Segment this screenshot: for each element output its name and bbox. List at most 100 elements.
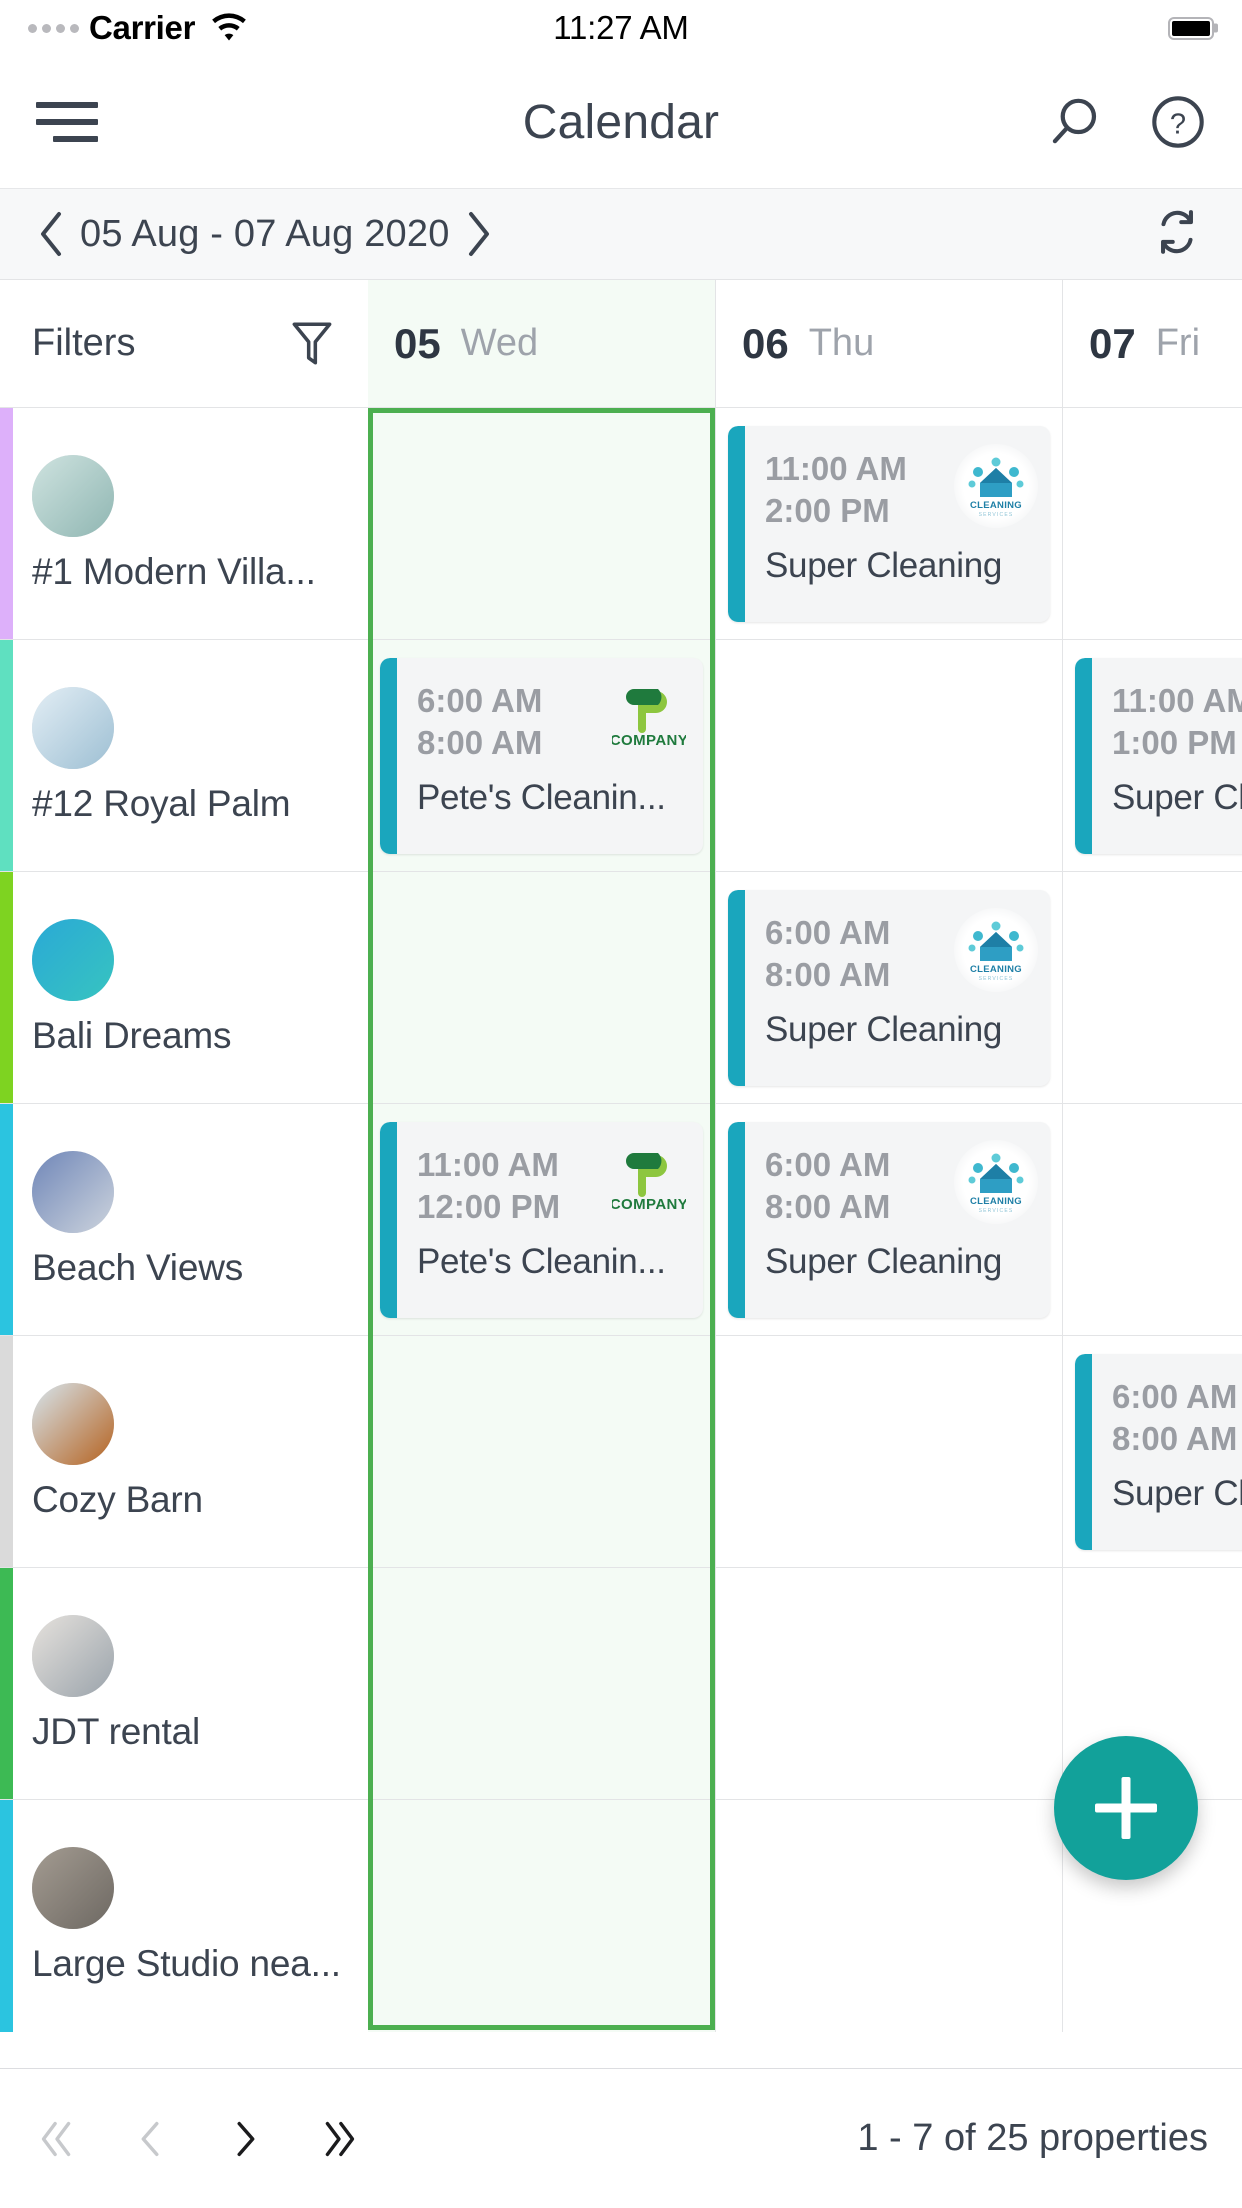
search-icon[interactable] [1046, 93, 1104, 151]
day-header-number: 07 [1089, 319, 1136, 367]
battery-full-icon [1168, 16, 1214, 40]
property-name: #1 Modern Villa... [32, 550, 316, 592]
day-header-weekday: Wed [460, 322, 539, 364]
property-cell[interactable]: Cozy Barn [0, 1336, 368, 1567]
property-cell[interactable]: #12 Royal Palm [0, 640, 368, 871]
event-time-start: 6:00 AM [1112, 1378, 1238, 1415]
property-name: JDT rental [32, 1710, 200, 1752]
day-cell[interactable] [715, 640, 1062, 871]
property-cell[interactable]: #1 Modern Villa... [0, 408, 368, 639]
svg-text:SERVICES: SERVICES [979, 1208, 1014, 1214]
date-range-label[interactable]: 05 Aug - 07 Aug 2020 [76, 213, 454, 256]
help-circle-icon[interactable]: ? [1150, 94, 1206, 150]
pagination-first-button[interactable] [34, 2109, 80, 2169]
event-card[interactable]: 6:00 AM 8:00 AM Super Cleaning CLEANING SERV… [728, 1122, 1050, 1318]
refresh-sync-icon[interactable] [1150, 205, 1212, 264]
table-row: Large Studio nea... [0, 1800, 1242, 2032]
day-cell[interactable]: 11:00 AM 2:00 PM Super Cleaning CLEANING SER… [715, 408, 1062, 639]
event-title: Super Cleaning [765, 1010, 1003, 1050]
petes-company-logo: COMPANY [607, 676, 691, 760]
event-color-bar [728, 426, 745, 622]
svg-text:CLEANING: CLEANING [970, 500, 1022, 511]
status-bar-clock: 11:27 AM [553, 9, 689, 46]
day-cell[interactable] [715, 1800, 1062, 2032]
event-title: Super Cl [1112, 1474, 1242, 1514]
day-header-06[interactable]: 06 Thu [715, 280, 1062, 407]
super-cleaning-logo: CLEANING SERVICES [954, 908, 1038, 992]
day-cell[interactable]: 11:00 AM 1:00 PM Super Cl [1062, 640, 1242, 871]
avatar [32, 1382, 114, 1465]
svg-text:COMPANY: COMPANY [612, 732, 686, 749]
super-cleaning-logo: CLEANING SERVICES [954, 1140, 1038, 1224]
pagination-bar: 1 - 7 of 25 properties [0, 2068, 1242, 2208]
event-time-end: 1:00 PM [1112, 724, 1237, 762]
app-bar: Calendar ? [0, 56, 1242, 188]
event-card[interactable]: 6:00 AM 8:00 AM Pete's Cleanin... COMPANY [380, 658, 703, 854]
event-color-bar [1075, 1354, 1092, 1550]
event-color-bar [380, 1122, 397, 1318]
date-navigation-bar: 05 Aug - 07 Aug 2020 [0, 188, 1242, 280]
day-cell[interactable] [368, 1800, 715, 2032]
table-row: Beach Views 11:00 AM 12:00 PM Pete's Cleani… [0, 1104, 1242, 1336]
day-cell[interactable] [368, 1336, 715, 1567]
event-card[interactable]: 6:00 AM 8:00 AM Super Cleaning CLEANING SERV… [728, 890, 1050, 1086]
event-color-bar [728, 890, 745, 1086]
property-color-accent [0, 1568, 13, 1799]
pagination-buttons [34, 2109, 362, 2169]
property-color-accent [0, 872, 13, 1103]
petes-company-logo: COMPANY [607, 1140, 691, 1224]
avatar [32, 1847, 114, 1929]
day-cell[interactable] [1062, 872, 1242, 1103]
day-cell[interactable]: 6:00 AM 8:00 AM Super Cl [1062, 1336, 1242, 1567]
date-prev-button[interactable] [30, 208, 76, 260]
status-bar-right [1168, 16, 1214, 40]
property-cell[interactable]: JDT rental [0, 1568, 368, 1799]
svg-text:CLEANING: CLEANING [970, 1196, 1022, 1207]
property-cell[interactable]: Beach Views [0, 1104, 368, 1335]
plus-icon [1095, 1777, 1157, 1839]
event-color-bar [380, 658, 397, 854]
day-cell[interactable]: 11:00 AM 12:00 PM Pete's Cleanin... COMPANY [368, 1104, 715, 1335]
event-card[interactable]: 11:00 AM 2:00 PM Super Cleaning CLEANING SER… [728, 426, 1050, 622]
add-button-fab[interactable] [1054, 1736, 1198, 1880]
status-bar: Carrier 11:27 AM [0, 0, 1242, 56]
date-next-button[interactable] [454, 208, 500, 260]
day-header-07[interactable]: 07 Fri [1062, 280, 1242, 407]
day-cell[interactable] [368, 408, 715, 639]
event-card[interactable]: 6:00 AM 8:00 AM Super Cl [1075, 1354, 1242, 1550]
property-color-accent [0, 1800, 13, 2032]
table-row: #1 Modern Villa... 11:00 AM 2:00 PM Super C… [0, 408, 1242, 640]
day-header-weekday: Thu [808, 322, 875, 364]
property-color-accent [0, 408, 13, 639]
event-color-bar [1075, 658, 1092, 854]
event-title: Pete's Cleanin... [417, 778, 666, 818]
svg-text:COMPANY: COMPANY [612, 1196, 686, 1213]
property-cell[interactable]: Bali Dreams [0, 872, 368, 1103]
day-header-05[interactable]: 05 Wed [368, 280, 715, 407]
event-card[interactable]: 11:00 AM 12:00 PM Pete's Cleanin... COMPANY [380, 1122, 703, 1318]
day-cell[interactable] [715, 1568, 1062, 1799]
pagination-prev-button[interactable] [128, 2109, 174, 2169]
svg-text:?: ? [1170, 109, 1186, 141]
property-color-accent [0, 1104, 13, 1335]
event-card[interactable]: 11:00 AM 1:00 PM Super Cl [1075, 658, 1242, 854]
pagination-next-button[interactable] [222, 2109, 268, 2169]
day-cell[interactable] [368, 1568, 715, 1799]
day-cell[interactable] [1062, 408, 1242, 639]
day-cell[interactable]: 6:00 AM 8:00 AM Super Cleaning CLEANING SERV… [715, 1104, 1062, 1335]
event-time-end: 8:00 AM [1112, 1420, 1238, 1458]
table-row: #12 Royal Palm 6:00 AM 8:00 AM Pete's Clean… [0, 640, 1242, 872]
day-cell[interactable] [368, 872, 715, 1103]
property-name: Bali Dreams [32, 1014, 232, 1056]
day-cell[interactable] [1062, 1104, 1242, 1335]
day-cell[interactable] [715, 1336, 1062, 1567]
day-cell[interactable]: 6:00 AM 8:00 AM Super Cleaning CLEANING SERV… [715, 872, 1062, 1103]
pagination-info: 1 - 7 of 25 properties [857, 2117, 1208, 2159]
property-cell[interactable]: Large Studio nea... [0, 1800, 368, 2032]
event-time-start: 11:00 AM [1112, 682, 1242, 719]
calendar-grid-header: Filters 05 Wed 06 Thu 07 Fri [0, 280, 1242, 408]
day-cell[interactable]: 6:00 AM 8:00 AM Pete's Cleanin... COMPANY [368, 640, 715, 871]
funnel-filter-icon[interactable] [288, 317, 336, 371]
hamburger-menu-icon[interactable] [36, 102, 98, 142]
pagination-last-button[interactable] [316, 2109, 362, 2169]
